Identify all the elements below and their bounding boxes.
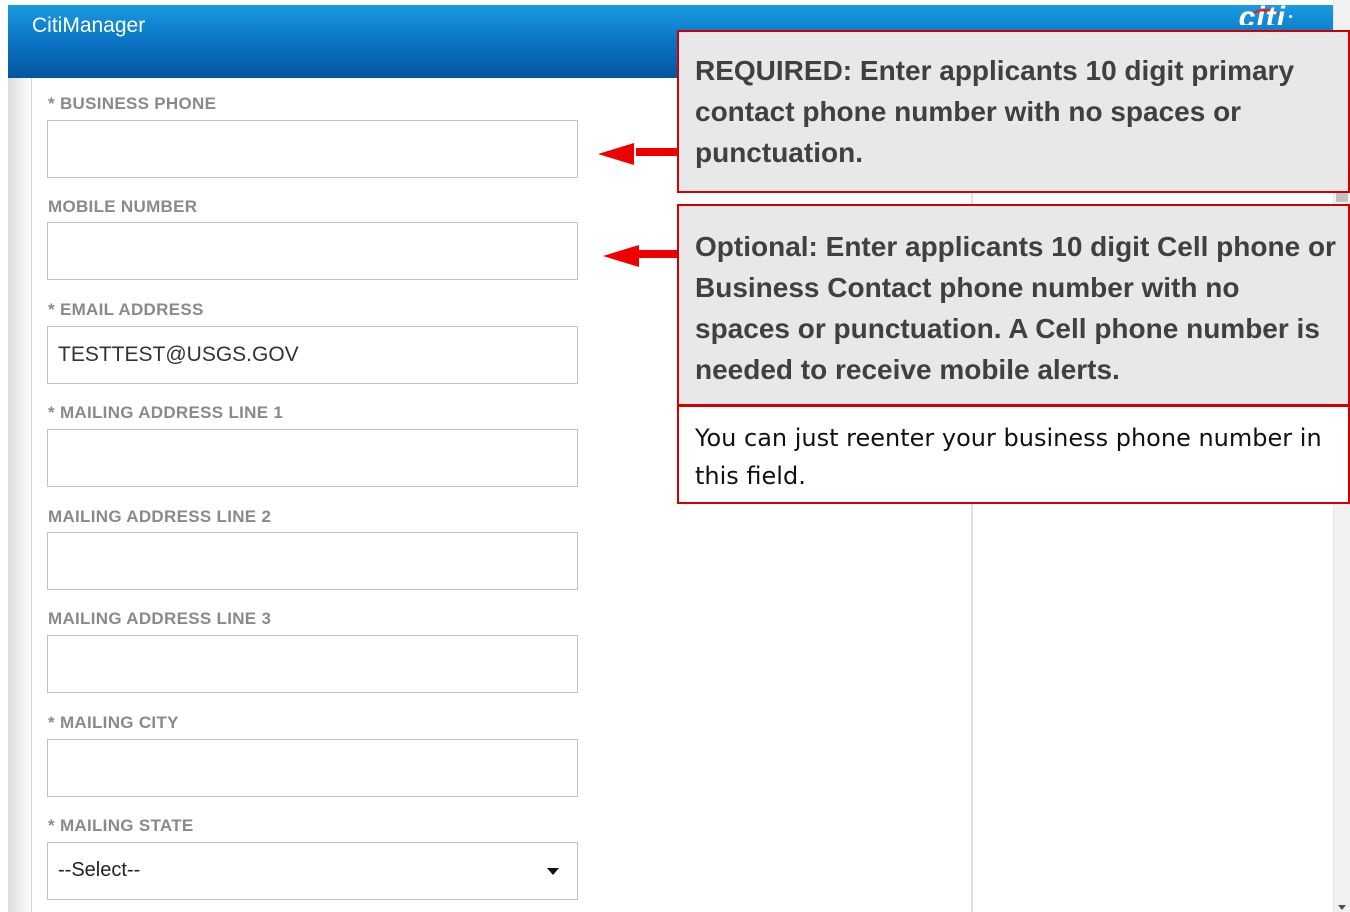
- business-phone-input[interactable]: [47, 120, 578, 178]
- email-address-input[interactable]: [47, 326, 578, 384]
- mailing-state-label: * MAILING STATE: [48, 816, 194, 835]
- app-title: CitiManager: [32, 14, 146, 37]
- mailing-state-selected-value: --Select--: [58, 859, 141, 881]
- arrow-shaft: [636, 250, 678, 258]
- mailing-city-label: * MAILING CITY: [48, 713, 179, 732]
- arrow-to-mobile-number-icon: [603, 245, 678, 267]
- mobile-number-label: MOBILE NUMBER: [48, 197, 198, 216]
- citi-logo: citi: [1238, 1, 1286, 25]
- reenter-tip-callout-text: You can just reenter your business phone…: [695, 424, 1322, 490]
- email-address-label: * EMAIL ADDRESS: [48, 300, 204, 319]
- scrollbar-thumb[interactable]: [1336, 192, 1348, 202]
- business-phone-label: * BUSINESS PHONE: [48, 94, 217, 113]
- mobile-number-input[interactable]: [47, 222, 578, 280]
- content-border: [31, 78, 32, 912]
- scroll-down-arrow-icon[interactable]: [1338, 905, 1346, 910]
- logo-registered-mark: [1289, 15, 1292, 18]
- arrow-head: [603, 245, 639, 267]
- mailing-address-line-3-input[interactable]: [47, 635, 578, 693]
- mailing-city-input[interactable]: [47, 739, 578, 797]
- mailing-address-line-3-label: MAILING ADDRESS LINE 3: [48, 609, 272, 628]
- chevron-down-icon: [547, 868, 559, 875]
- arrow-shaft: [636, 148, 678, 156]
- required-phone-callout: REQUIRED: Enter applicants 10 digit prim…: [677, 30, 1350, 193]
- arrow-head: [598, 143, 634, 165]
- reenter-tip-callout: You can just reenter your business phone…: [677, 405, 1350, 504]
- arrow-to-business-phone-icon: [598, 143, 678, 165]
- mailing-address-line-1-input[interactable]: [47, 429, 578, 487]
- optional-mobile-callout-text: Optional: Enter applicants 10 digit Cell…: [695, 231, 1336, 385]
- mailing-address-line-2-label: MAILING ADDRESS LINE 2: [48, 507, 272, 526]
- mailing-state-select[interactable]: --Select--: [47, 842, 578, 900]
- optional-mobile-callout: Optional: Enter applicants 10 digit Cell…: [677, 204, 1350, 406]
- mailing-address-line-1-label: * MAILING ADDRESS LINE 1: [48, 403, 284, 422]
- required-phone-callout-text: REQUIRED: Enter applicants 10 digit prim…: [695, 55, 1295, 168]
- mailing-address-line-2-input[interactable]: [47, 532, 578, 590]
- page-left-shadow: [8, 78, 32, 912]
